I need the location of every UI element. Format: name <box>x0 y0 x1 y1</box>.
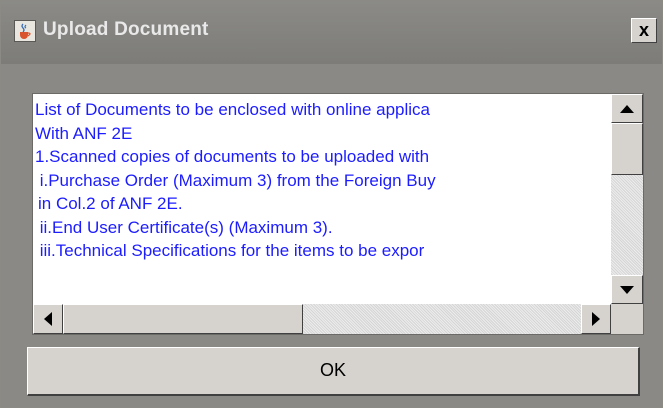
horizontal-scroll-thumb[interactable] <box>63 304 303 334</box>
text-line: 1.Scanned copies of documents to be uplo… <box>35 147 430 166</box>
text-line: iii.Technical Specifications for the ite… <box>35 241 425 260</box>
vertical-scrollbar[interactable] <box>611 94 643 304</box>
dialog-content: List of Documents to be enclosed with on… <box>1 64 662 407</box>
window-title: Upload Document <box>43 19 209 40</box>
arrow-left-icon <box>44 312 52 326</box>
vertical-scroll-thumb[interactable] <box>611 123 643 175</box>
scrollbar-corner <box>611 304 643 334</box>
upload-document-dialog: Upload Document x List of Documents to b… <box>0 0 663 408</box>
text-line: in Col.2 of ANF 2E. <box>38 194 183 213</box>
text-line: i.Purchase Order (Maximum 3) from the Fo… <box>35 170 436 190</box>
close-button[interactable]: x <box>631 18 657 43</box>
title-bar[interactable]: Upload Document x <box>1 1 662 64</box>
text-line: ii.End User Certificate(s) (Maximum 3). <box>35 217 333 237</box>
arrow-right-icon <box>592 312 600 326</box>
close-icon: x <box>638 20 649 40</box>
ok-button[interactable]: OK <box>27 347 640 396</box>
scroll-right-button[interactable] <box>581 304 611 334</box>
arrow-down-icon <box>620 286 634 294</box>
scroll-down-button[interactable] <box>611 275 643 304</box>
scroll-up-button[interactable] <box>611 94 643 123</box>
arrow-up-icon <box>620 105 634 113</box>
document-list-scrollpane: List of Documents to be enclosed with on… <box>32 93 644 335</box>
text-line: List of Documents to be enclosed with on… <box>35 100 431 119</box>
scroll-left-button[interactable] <box>33 304 63 334</box>
horizontal-scrollbar[interactable] <box>33 304 611 334</box>
document-list-textarea[interactable]: List of Documents to be enclosed with on… <box>33 94 611 304</box>
java-cup-icon <box>14 20 36 42</box>
text-line: With ANF 2E <box>35 123 133 143</box>
